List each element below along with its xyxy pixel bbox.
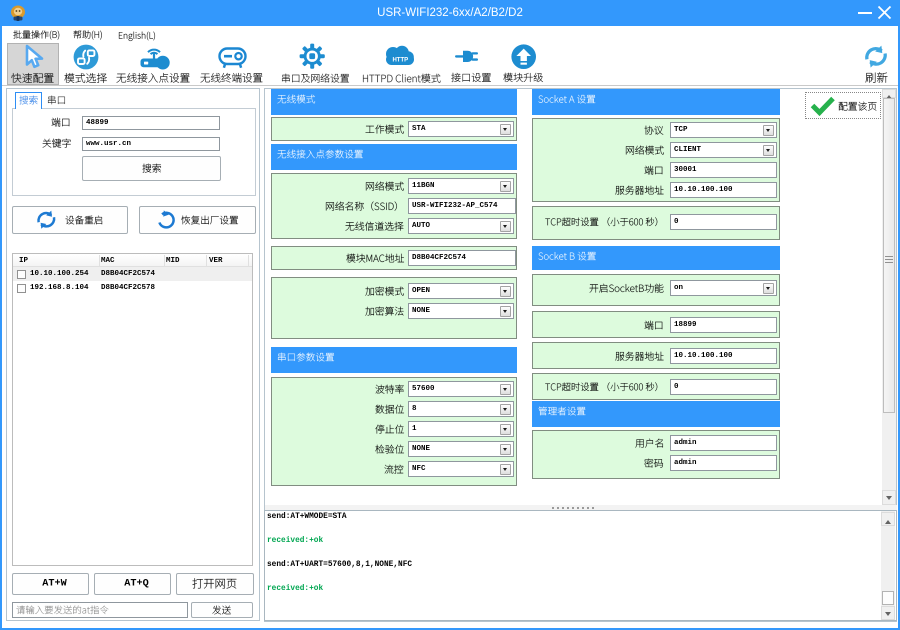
svg-text:HTTP: HTTP xyxy=(392,58,408,64)
